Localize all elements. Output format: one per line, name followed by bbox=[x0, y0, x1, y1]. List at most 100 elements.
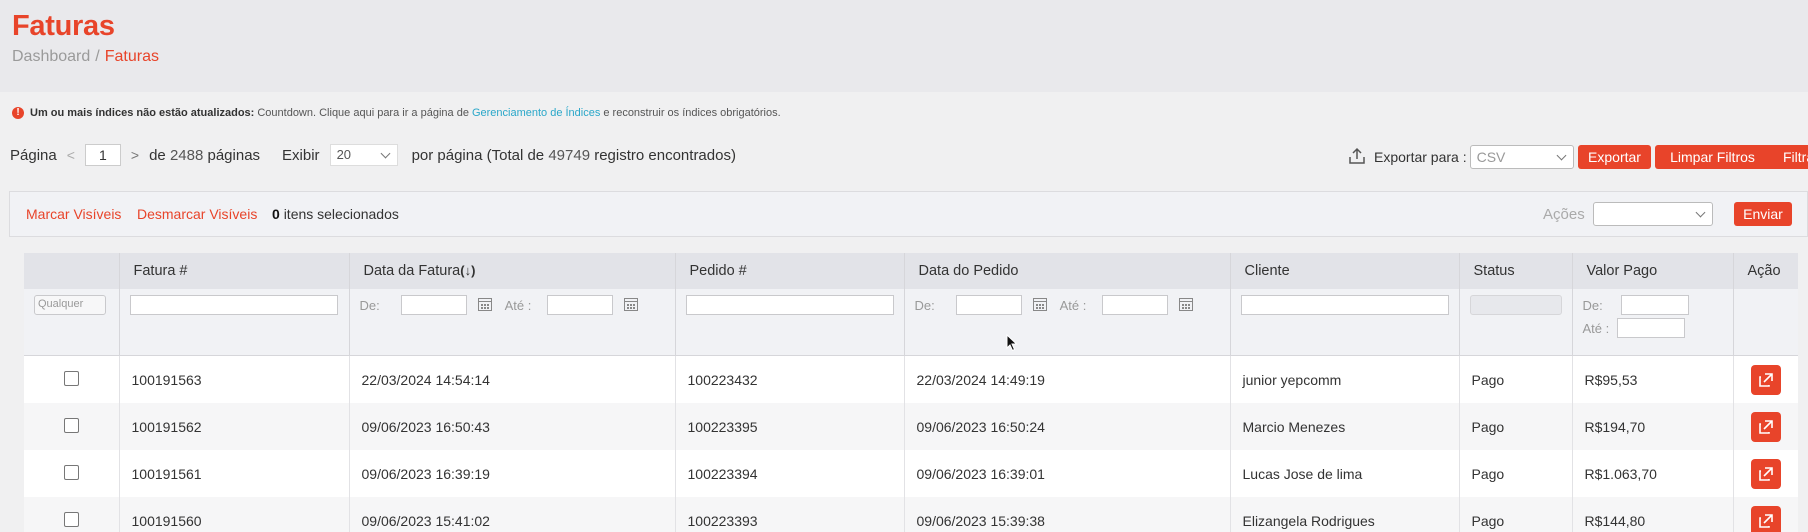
cell-invoice-date: 22/03/2024 14:54:14 bbox=[348, 355, 675, 403]
customer-filter-input[interactable] bbox=[1240, 295, 1449, 315]
per-page-select[interactable]: 20 bbox=[329, 144, 398, 166]
view-invoice-button[interactable] bbox=[1750, 505, 1781, 532]
cell-invoice-date: 09/06/2023 15:41:02 bbox=[348, 497, 675, 532]
select-filter[interactable]: Qualquer bbox=[34, 295, 106, 315]
table-row[interactable]: 100191560 09/06/2023 15:41:02 100223393 09/… bbox=[24, 497, 1798, 532]
actions-label: Ações bbox=[1543, 206, 1585, 223]
export-button[interactable]: Exportar bbox=[1578, 145, 1651, 169]
alert-bold-text: Um ou mais índices não estão atualizados… bbox=[30, 107, 255, 119]
paid-to-input[interactable] bbox=[1617, 318, 1686, 338]
column-header-order[interactable]: Pedido # bbox=[674, 253, 904, 289]
select-visible-link[interactable]: Marcar Visíveis bbox=[26, 206, 121, 222]
cell-invoice: 100191563 bbox=[118, 355, 349, 403]
invoice-date-to-input[interactable] bbox=[546, 295, 613, 315]
view-invoice-button[interactable] bbox=[1750, 411, 1781, 442]
invoice-table: Fatura # Data da Fatura(↓) Pedido # Data… bbox=[24, 253, 1798, 532]
records-label: registro encontrados) bbox=[594, 146, 736, 164]
paid-to-label: Até : bbox=[1582, 320, 1610, 336]
column-header-status[interactable]: Status bbox=[1458, 253, 1572, 289]
cell-status: Pago bbox=[1458, 450, 1572, 497]
row-checkbox[interactable] bbox=[63, 370, 79, 386]
selected-count-number: 0 bbox=[272, 206, 280, 222]
selected-count: 0 itens selecionados bbox=[272, 206, 399, 222]
clear-filters-button[interactable]: Limpar Filtros bbox=[1655, 145, 1770, 169]
show-label: Exibir bbox=[282, 146, 320, 164]
breadcrumb-separator: / bbox=[95, 48, 100, 65]
column-header-action: Ação bbox=[1732, 253, 1798, 289]
status-filter-select[interactable] bbox=[1469, 295, 1562, 315]
column-header-order-date[interactable]: Data do Pedido bbox=[903, 253, 1230, 289]
previous-page-button[interactable]: < bbox=[67, 147, 75, 163]
index-alert: ! Um ou mais índices não estão atualizad… bbox=[12, 107, 781, 119]
cell-paid: R$194,70 bbox=[1571, 403, 1733, 450]
calendar-icon[interactable] bbox=[1032, 296, 1048, 315]
invoice-date-from-input[interactable] bbox=[401, 295, 468, 315]
invoice-filter-input[interactable] bbox=[129, 295, 338, 315]
per-page-label: por página (Total de bbox=[411, 146, 545, 164]
chevron-down-icon bbox=[1695, 207, 1706, 218]
order-date-from-input[interactable] bbox=[956, 295, 1023, 315]
breadcrumb-current: Faturas bbox=[104, 48, 159, 65]
column-header-invoice[interactable]: Fatura # bbox=[118, 253, 349, 289]
column-header-customer[interactable]: Cliente bbox=[1229, 253, 1459, 289]
cell-order-date: 09/06/2023 16:50:24 bbox=[903, 403, 1230, 450]
actions-select[interactable] bbox=[1593, 202, 1713, 226]
breadcrumb-home[interactable]: Dashboard bbox=[12, 48, 90, 65]
pager: Página < 1 > de 2488 páginas Exibir 20 p… bbox=[10, 143, 736, 167]
paid-from-label: De: bbox=[1582, 297, 1603, 313]
header-row: Fatura # Data da Fatura(↓) Pedido # Data… bbox=[24, 253, 1798, 289]
page-number-input[interactable]: 1 bbox=[84, 144, 121, 166]
alert-text: Countdown. Clique aqui para ir a página … bbox=[257, 107, 469, 119]
order-date-to-label: Até : bbox=[1059, 297, 1087, 313]
view-invoice-button[interactable] bbox=[1750, 458, 1781, 489]
paid-from-input[interactable] bbox=[1620, 295, 1689, 315]
grid-body: 100191563 22/03/2024 14:54:14 100223432 22/… bbox=[24, 355, 1798, 532]
cell-customer: junior yepcomm bbox=[1229, 355, 1459, 403]
order-filter-input[interactable] bbox=[685, 295, 894, 315]
row-checkbox[interactable] bbox=[63, 464, 79, 480]
chevron-down-icon bbox=[1556, 150, 1567, 161]
calendar-icon[interactable] bbox=[623, 296, 639, 315]
cell-order: 100223395 bbox=[674, 403, 904, 450]
row-checkbox[interactable] bbox=[63, 511, 79, 527]
cell-order-date: 09/06/2023 16:39:01 bbox=[903, 450, 1230, 497]
view-invoice-button[interactable] bbox=[1750, 364, 1781, 395]
unselect-visible-link[interactable]: Desmarcar Visíveis bbox=[137, 206, 257, 222]
external-link-icon bbox=[1758, 513, 1773, 528]
column-header-invoice-date[interactable]: Data da Fatura(↓) bbox=[348, 253, 675, 289]
cell-order: 100223394 bbox=[674, 450, 904, 497]
upload-icon bbox=[1348, 147, 1366, 168]
cell-paid: R$144,80 bbox=[1571, 497, 1733, 532]
total-pages: 2488 bbox=[169, 146, 204, 164]
row-checkbox[interactable] bbox=[63, 417, 79, 433]
submit-mass-action-button[interactable]: Enviar bbox=[1734, 202, 1792, 226]
total-records: 49749 bbox=[548, 146, 591, 164]
external-link-icon bbox=[1758, 466, 1773, 481]
external-link-icon bbox=[1758, 419, 1773, 434]
cell-customer: Lucas Jose de lima bbox=[1229, 450, 1459, 497]
calendar-icon[interactable] bbox=[477, 296, 493, 315]
order-date-from-label: De: bbox=[914, 297, 935, 313]
order-date-to-input[interactable] bbox=[1101, 295, 1168, 315]
table-row[interactable]: 100191561 09/06/2023 16:39:19 100223394 09/… bbox=[24, 450, 1798, 497]
cell-paid: R$95,53 bbox=[1571, 355, 1733, 403]
cell-status: Pago bbox=[1458, 497, 1572, 532]
export-format-select[interactable]: CSV bbox=[1469, 145, 1574, 169]
alert-icon: ! bbox=[12, 107, 24, 119]
calendar-icon[interactable] bbox=[1178, 296, 1194, 315]
select-column-header bbox=[24, 253, 119, 289]
external-link-icon bbox=[1758, 372, 1773, 387]
table-row[interactable]: 100191563 22/03/2024 14:54:14 100223432 22/… bbox=[24, 355, 1798, 403]
column-header-paid[interactable]: Valor Pago bbox=[1571, 253, 1733, 289]
column-header-invoice-date-label: Data da Fatura bbox=[363, 263, 461, 279]
index-management-link[interactable]: Gerenciamento de Índices bbox=[472, 107, 600, 119]
page-header: Faturas Dashboard / Faturas bbox=[0, 0, 1808, 92]
cell-paid: R$1.063,70 bbox=[1571, 450, 1733, 497]
next-page-button[interactable]: > bbox=[131, 147, 139, 163]
cell-customer: Marcio Menezes bbox=[1229, 403, 1459, 450]
export-label: Exportar para : bbox=[1374, 149, 1467, 165]
export-format-value: CSV bbox=[1476, 149, 1506, 165]
mass-action-bar: Marcar Visíveis Desmarcar Visíveis 0 ite… bbox=[9, 191, 1808, 237]
filter-button[interactable]: Filtrar bbox=[1761, 145, 1808, 169]
table-row[interactable]: 100191562 09/06/2023 16:50:43 100223395 09/… bbox=[24, 403, 1798, 450]
